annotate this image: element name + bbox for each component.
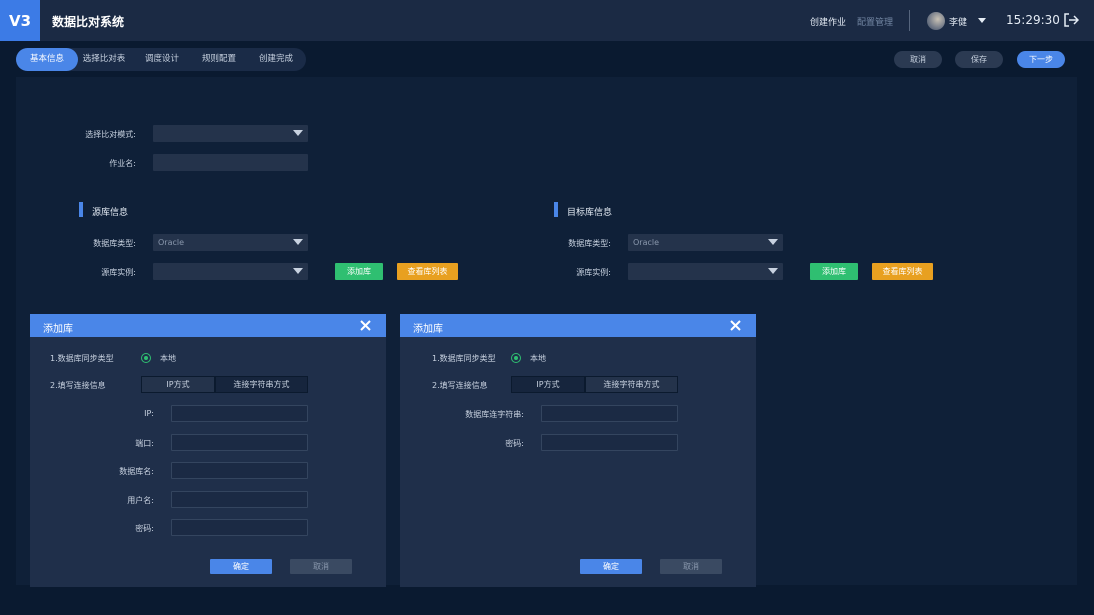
radio-local-label: 本地	[530, 354, 546, 363]
nav-create-job[interactable]: 创建作业	[810, 15, 846, 28]
password-input[interactable]	[171, 519, 308, 536]
ip-input[interactable]	[171, 405, 308, 422]
tab-ip-mode[interactable]: IP方式	[511, 376, 585, 393]
next-button[interactable]: 下一步	[1017, 51, 1065, 68]
confirm-button[interactable]: 确定	[580, 559, 642, 574]
target-instance-label: 源库实例:	[576, 268, 611, 277]
step-tabs: 基本信息 选择比对表 调度设计 规则配置 创建完成	[16, 48, 306, 71]
source-instance-select[interactable]	[153, 263, 308, 280]
compare-mode-label: 选择比对模式:	[85, 130, 136, 139]
tab-conn-string-mode[interactable]: 连接字符串方式	[215, 376, 308, 393]
cancel-button[interactable]: 取消	[660, 559, 722, 574]
source-view-db-list-button[interactable]: 查看库列表	[397, 263, 458, 280]
step-basic-info[interactable]: 基本信息	[16, 48, 78, 71]
source-db-type-select[interactable]: Oracle	[153, 234, 308, 251]
target-add-db-button[interactable]: 添加库	[810, 263, 858, 280]
dialog-header: 添加库	[400, 314, 756, 337]
chevron-down-icon	[768, 268, 778, 274]
top-bar: V3 数据比对系统 创建作业 配置管理 李健 15:29:30	[0, 0, 1094, 41]
port-input[interactable]	[171, 434, 308, 451]
source-db-type-label: 数据库类型:	[93, 239, 136, 248]
target-db-type-select[interactable]: Oracle	[628, 234, 783, 251]
job-name-label: 作业名:	[109, 159, 136, 168]
chevron-down-icon	[293, 239, 303, 245]
add-db-dialog-ip: 添加库 1.数据库同步类型 本地 2.填写连接信息 IP方式 连接字符串方式 I…	[30, 314, 386, 587]
confirm-button[interactable]: 确定	[210, 559, 272, 574]
section-marker	[79, 202, 83, 217]
step-rule-config[interactable]: 规则配置	[194, 48, 244, 71]
field-label: IP:	[144, 409, 154, 418]
step-schedule-design[interactable]: 调度设计	[137, 48, 187, 71]
cancel-button[interactable]: 取消	[894, 51, 942, 68]
source-db-title: 源库信息	[92, 208, 129, 218]
field-label: 数据库连字符串:	[465, 410, 524, 419]
tab-conn-string-mode[interactable]: 连接字符串方式	[585, 376, 678, 393]
conn-info-label: 2.填写连接信息	[50, 381, 106, 390]
save-button[interactable]: 保存	[955, 51, 1003, 68]
chevron-down-icon	[768, 239, 778, 245]
field-label: 端口:	[135, 439, 154, 448]
db-name-input[interactable]	[171, 462, 308, 479]
sync-type-label: 1.数据库同步类型	[50, 354, 114, 363]
radio-local-label: 本地	[160, 354, 176, 363]
target-view-db-list-button[interactable]: 查看库列表	[872, 263, 933, 280]
logout-icon[interactable]	[1063, 12, 1079, 28]
clock: 15:29:30	[1006, 13, 1060, 27]
source-instance-label: 源库实例:	[101, 268, 136, 277]
step-create-complete[interactable]: 创建完成	[251, 48, 301, 71]
compare-mode-select[interactable]	[153, 125, 308, 142]
conn-string-input[interactable]	[541, 405, 678, 422]
dialog-title: 添加库	[413, 324, 443, 335]
chevron-down-icon	[293, 130, 303, 136]
password-input[interactable]	[541, 434, 678, 451]
field-label: 数据库名:	[119, 467, 154, 476]
add-db-dialog-conn-string: 添加库 1.数据库同步类型 本地 2.填写连接信息 IP方式 连接字符串方式 数…	[400, 314, 756, 587]
nav-config-management[interactable]: 配置管理	[857, 15, 893, 28]
chevron-down-icon[interactable]	[978, 18, 986, 23]
dialog-header: 添加库	[30, 314, 386, 337]
close-icon[interactable]	[359, 319, 372, 332]
field-label: 用户名:	[127, 496, 154, 505]
target-db-type-label: 数据库类型:	[568, 239, 611, 248]
field-label: 密码:	[135, 524, 154, 533]
cancel-button[interactable]: 取消	[290, 559, 352, 574]
avatar[interactable]	[927, 12, 945, 30]
target-db-title: 目标库信息	[567, 208, 613, 218]
step-select-tables[interactable]: 选择比对表	[80, 48, 128, 71]
app-title: 数据比对系统	[52, 15, 125, 29]
username-input[interactable]	[171, 491, 308, 508]
field-label: 密码:	[505, 439, 524, 448]
section-marker	[554, 202, 558, 217]
user-name[interactable]: 李健	[949, 15, 967, 28]
source-add-db-button[interactable]: 添加库	[335, 263, 383, 280]
job-name-input[interactable]	[153, 154, 308, 171]
radio-local[interactable]	[511, 353, 521, 363]
chevron-down-icon	[293, 268, 303, 274]
close-icon[interactable]	[729, 319, 742, 332]
header-divider	[909, 10, 910, 31]
radio-local[interactable]	[141, 353, 151, 363]
dialog-title: 添加库	[43, 324, 73, 335]
target-instance-select[interactable]	[628, 263, 783, 280]
tab-ip-mode[interactable]: IP方式	[141, 376, 215, 393]
app-logo: V3	[0, 0, 40, 41]
